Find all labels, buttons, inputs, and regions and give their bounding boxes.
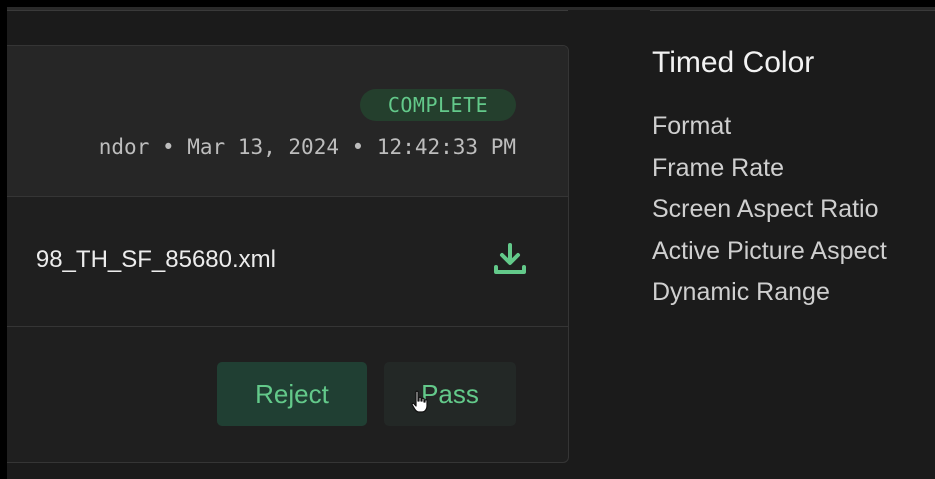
divider (650, 10, 935, 11)
field-label-format: Format (652, 112, 732, 140)
panel-title: Timed Color (652, 46, 815, 79)
divider (7, 10, 568, 11)
reject-button[interactable]: Reject (217, 362, 367, 426)
field-label-active-picture-aspect: Active Picture Aspect (652, 236, 887, 265)
action-row: Reject Pass (7, 327, 568, 462)
file-row: 98_TH_SF_85680.xml (7, 197, 568, 327)
submission-meta: ndor • Mar 13, 2024 • 12:42:33 PM (98, 135, 516, 159)
card-header: COMPLETE ndor • Mar 13, 2024 • 12:42:33 … (7, 46, 568, 197)
status-badge: COMPLETE (360, 89, 516, 121)
review-card: COMPLETE ndor • Mar 13, 2024 • 12:42:33 … (7, 45, 569, 463)
field-label-frame-rate: Frame Rate (652, 153, 784, 182)
app-viewport: COMPLETE ndor • Mar 13, 2024 • 12:42:33 … (7, 7, 935, 479)
field-label-dynamic-range: Dynamic Range (652, 278, 830, 306)
hand-pointer-icon (411, 390, 428, 413)
download-icon (494, 243, 526, 274)
field-list: Format Frame Rate Screen Aspect Ratio Ac… (652, 106, 887, 314)
file-name[interactable]: 98_TH_SF_85680.xml (36, 244, 276, 276)
pass-button[interactable]: Pass (384, 362, 516, 426)
download-button[interactable] (490, 239, 530, 279)
field-label-screen-aspect-ratio: Screen Aspect Ratio (652, 195, 879, 223)
